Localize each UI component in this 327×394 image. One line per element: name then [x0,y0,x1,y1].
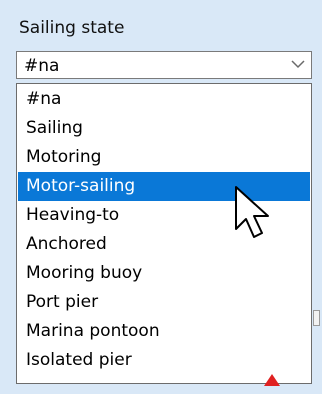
option-sailing[interactable]: Sailing [18,114,310,143]
option-port-pier[interactable]: Port pier [18,288,310,317]
option-na[interactable]: #na [18,85,310,114]
option-marina-pontoon[interactable]: Marina pontoon [18,317,310,346]
field-label: Sailing state [19,18,125,38]
option-isolated-pier[interactable]: Isolated pier [18,346,310,375]
mouse-pointer-icon [235,186,269,238]
sailing-state-select[interactable]: #na [16,51,312,79]
option-mooring-buoy[interactable]: Mooring buoy [18,259,310,288]
red-triangle-icon [264,374,280,386]
window-edge [322,0,327,394]
selected-value: #na [24,56,60,76]
background-control-edge [313,310,320,326]
option-motoring[interactable]: Motoring [18,143,310,172]
chevron-down-icon[interactable] [291,59,305,69]
